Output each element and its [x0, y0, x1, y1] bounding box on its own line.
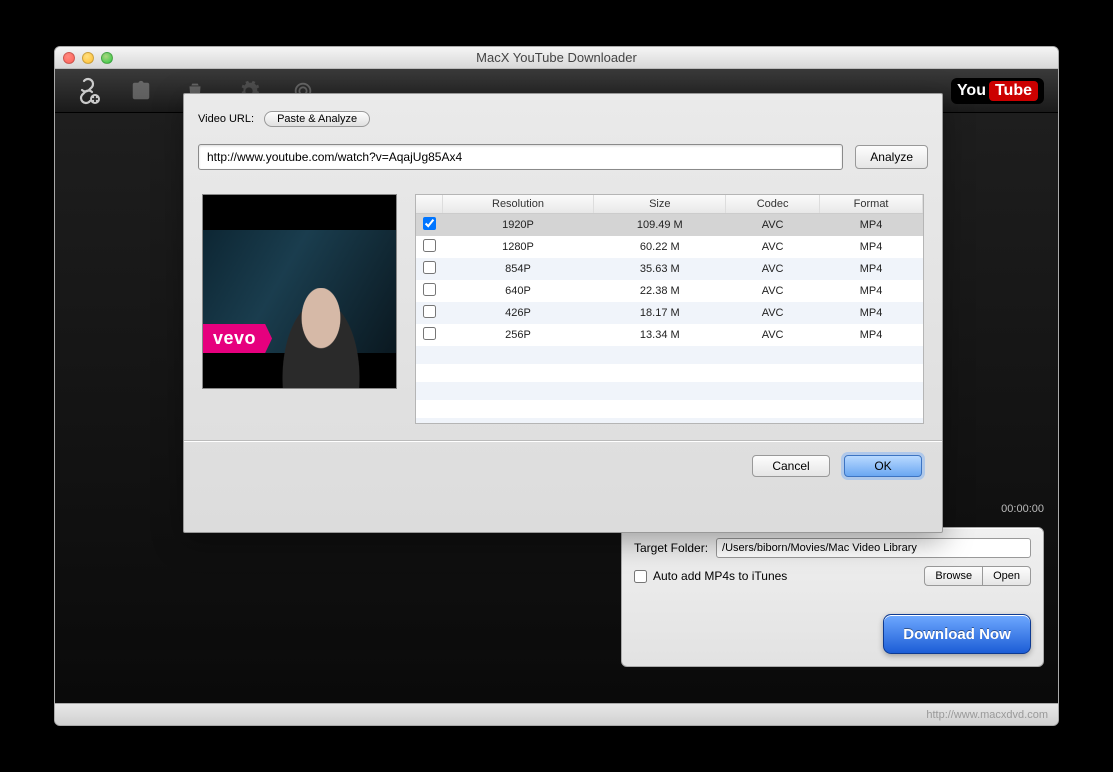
target-panel: Target Folder: Auto add MP4s to iTunes B…	[621, 527, 1044, 667]
youtube-logo: YouTube	[951, 78, 1044, 104]
target-folder-label: Target Folder:	[634, 541, 708, 555]
analyze-button[interactable]: Analyze	[855, 145, 928, 169]
cell-resolution: 640P	[442, 280, 594, 302]
cell-size: 60.22 M	[594, 236, 726, 258]
cell-size: 18.17 M	[594, 302, 726, 324]
row-checkbox[interactable]	[423, 239, 436, 252]
cell-size: 13.34 M	[594, 324, 726, 346]
cell-format: MP4	[820, 324, 923, 346]
window-title: MacX YouTube Downloader	[476, 50, 637, 65]
cell-codec: AVC	[726, 214, 820, 237]
cell-format: MP4	[820, 302, 923, 324]
table-row[interactable]: 426P18.17 MAVCMP4	[416, 302, 923, 324]
close-icon[interactable]	[63, 52, 75, 64]
minimize-icon[interactable]	[82, 52, 94, 64]
col-size: Size	[594, 195, 726, 214]
cell-resolution: 1280P	[442, 236, 594, 258]
cell-format: MP4	[820, 236, 923, 258]
open-button[interactable]: Open	[982, 566, 1031, 586]
paste-analyze-button[interactable]: Paste & Analyze	[264, 111, 370, 127]
row-checkbox[interactable]	[423, 305, 436, 318]
cell-codec: AVC	[726, 236, 820, 258]
table-row[interactable]: 256P13.34 MAVCMP4	[416, 324, 923, 346]
cell-codec: AVC	[726, 280, 820, 302]
vevo-badge: vevo	[203, 324, 272, 353]
add-link-icon[interactable]	[69, 73, 105, 109]
cell-resolution: 854P	[442, 258, 594, 280]
cell-codec: AVC	[726, 324, 820, 346]
cell-resolution: 1920P	[442, 214, 594, 237]
footer: http://www.macxdvd.com	[55, 703, 1058, 725]
timecode: 00:00:00	[1001, 503, 1044, 515]
row-checkbox[interactable]	[423, 261, 436, 274]
video-url-label: Video URL:	[198, 113, 254, 125]
video-thumbnail: vevo	[202, 194, 397, 389]
cell-size: 35.63 M	[594, 258, 726, 280]
zoom-icon[interactable]	[101, 52, 113, 64]
col-resolution: Resolution	[442, 195, 594, 214]
auto-itunes-checkbox[interactable]	[634, 570, 647, 583]
table-row[interactable]: 854P35.63 MAVCMP4	[416, 258, 923, 280]
cell-format: MP4	[820, 280, 923, 302]
cell-format: MP4	[820, 258, 923, 280]
cell-codec: AVC	[726, 258, 820, 280]
titlebar: MacX YouTube Downloader	[55, 47, 1058, 69]
cancel-button[interactable]: Cancel	[752, 455, 830, 477]
row-checkbox[interactable]	[423, 327, 436, 340]
table-row[interactable]: 640P22.38 MAVCMP4	[416, 280, 923, 302]
cell-codec: AVC	[726, 302, 820, 324]
table-row[interactable]: 1280P60.22 MAVCMP4	[416, 236, 923, 258]
analyze-dialog: Video URL: Paste & Analyze Analyze vevo …	[183, 93, 943, 533]
app-window: MacX YouTube Downloader YouTube 00:00:00	[54, 46, 1059, 726]
cell-size: 109.49 M	[594, 214, 726, 237]
download-now-button[interactable]: Download Now	[883, 614, 1031, 654]
format-table: Resolution Size Codec Format 1920P109.49…	[415, 194, 924, 424]
cell-format: MP4	[820, 214, 923, 237]
traffic-lights	[63, 52, 113, 64]
paste-icon[interactable]	[123, 73, 159, 109]
col-format: Format	[820, 195, 923, 214]
youtube-logo-prefix: You	[957, 82, 986, 100]
table-row[interactable]: 1920P109.49 MAVCMP4	[416, 214, 923, 237]
row-checkbox[interactable]	[423, 283, 436, 296]
cell-size: 22.38 M	[594, 280, 726, 302]
browse-button[interactable]: Browse	[924, 566, 982, 586]
cell-resolution: 426P	[442, 302, 594, 324]
row-checkbox[interactable]	[423, 217, 436, 230]
target-folder-input[interactable]	[716, 538, 1031, 558]
footer-url: http://www.macxdvd.com	[926, 709, 1048, 721]
youtube-logo-suffix: Tube	[989, 81, 1038, 101]
auto-itunes-label: Auto add MP4s to iTunes	[653, 569, 787, 583]
cell-resolution: 256P	[442, 324, 594, 346]
ok-button[interactable]: OK	[844, 455, 922, 477]
url-input[interactable]	[198, 144, 843, 170]
col-codec: Codec	[726, 195, 820, 214]
